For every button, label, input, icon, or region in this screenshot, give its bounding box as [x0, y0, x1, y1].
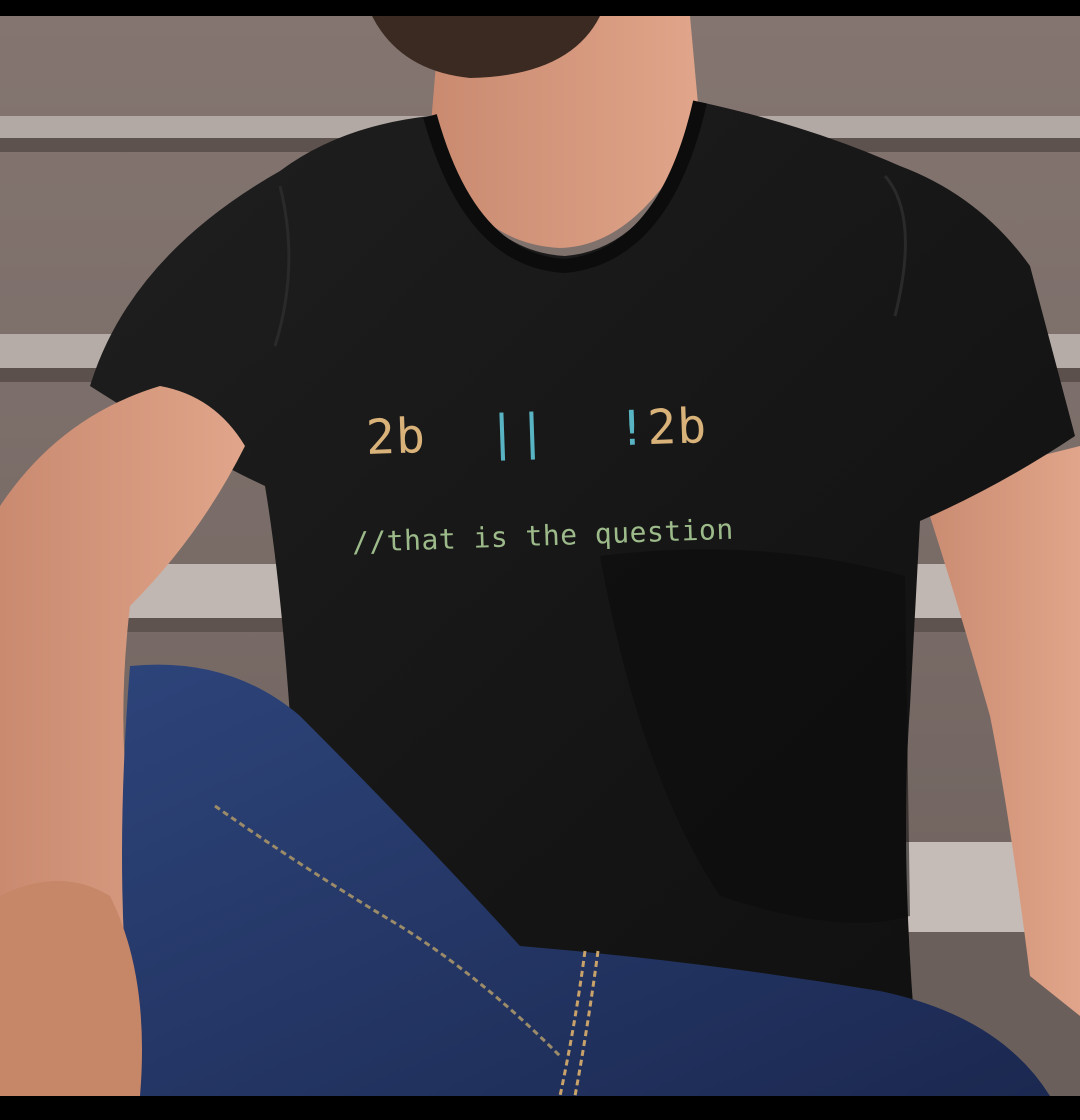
scene-illustration — [0, 16, 1080, 1096]
product-photo: 2b || !2b //that is the question — [0, 16, 1080, 1096]
photo-frame: 2b || !2b //that is the question — [0, 0, 1080, 1120]
